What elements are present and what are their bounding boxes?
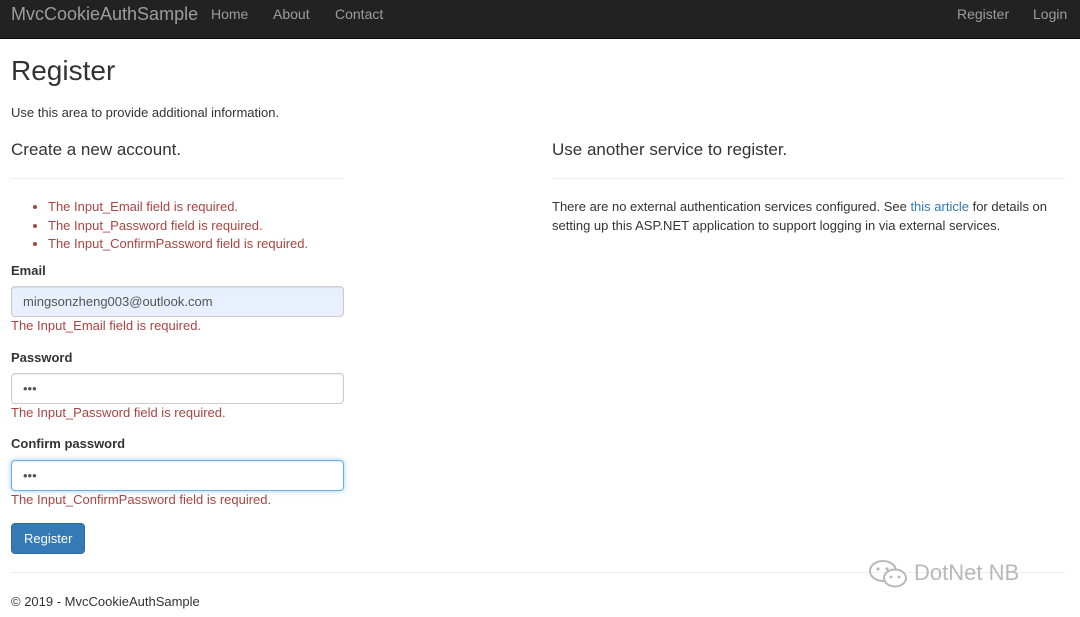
register-form-column: Create a new account. The Input_Email fi… — [11, 140, 344, 554]
section-divider — [11, 178, 344, 179]
this-article-link[interactable]: this article — [910, 199, 969, 214]
footer-copyright: © 2019 - MvcCookieAuthSample — [11, 594, 200, 609]
wechat-icon — [869, 560, 907, 588]
email-error: The Input_Email field is required. — [11, 318, 202, 333]
password-field[interactable]: ••• — [11, 373, 344, 404]
summary-error: The Input_Email field is required. — [48, 198, 308, 217]
nav-about-link[interactable]: About — [273, 0, 310, 38]
password-label: Password — [11, 350, 73, 365]
section-divider — [552, 178, 1065, 179]
confirm-password-error: The Input_ConfirmPassword field is requi… — [11, 492, 272, 507]
nav-contact-link[interactable]: Contact — [335, 0, 383, 38]
external-login-column: Use another service to register. There a… — [552, 140, 1065, 233]
confirm-password-field[interactable]: ••• — [11, 460, 344, 491]
nav-right: Register Login — [880, 0, 1080, 38]
brand-link[interactable]: MvcCookieAuthSample — [11, 0, 198, 38]
confirm-password-label: Confirm password — [11, 436, 126, 451]
navbar: MvcCookieAuthSample Home About Contact R… — [0, 0, 1080, 39]
watermark-text: DotNet NB — [914, 560, 1020, 585]
external-section-title: Use another service to register. — [552, 140, 788, 159]
email-field[interactable]: mingsonzheng003@outlook.com — [11, 286, 344, 317]
nav-login-link[interactable]: Login — [1033, 0, 1067, 38]
register-button[interactable]: Register — [11, 523, 86, 554]
summary-error: The Input_ConfirmPassword field is requi… — [48, 235, 308, 254]
validation-summary: The Input_Email field is required. The I… — [11, 198, 308, 254]
nav-register-link[interactable]: Register — [957, 0, 1009, 38]
external-info-text: There are no external authentication ser… — [552, 197, 1065, 235]
external-text-before: There are no external authentication ser… — [552, 199, 911, 214]
summary-error: The Input_Password field is required. — [48, 217, 308, 236]
register-section-title: Create a new account. — [11, 140, 182, 159]
email-label: Email — [11, 263, 46, 278]
page-title: Register — [11, 55, 116, 86]
password-error: The Input_Password field is required. — [11, 405, 226, 420]
page-intro: Use this area to provide additional info… — [11, 105, 280, 120]
watermark: DotNet NB — [868, 557, 1019, 589]
nav-home-link[interactable]: Home — [211, 0, 248, 38]
